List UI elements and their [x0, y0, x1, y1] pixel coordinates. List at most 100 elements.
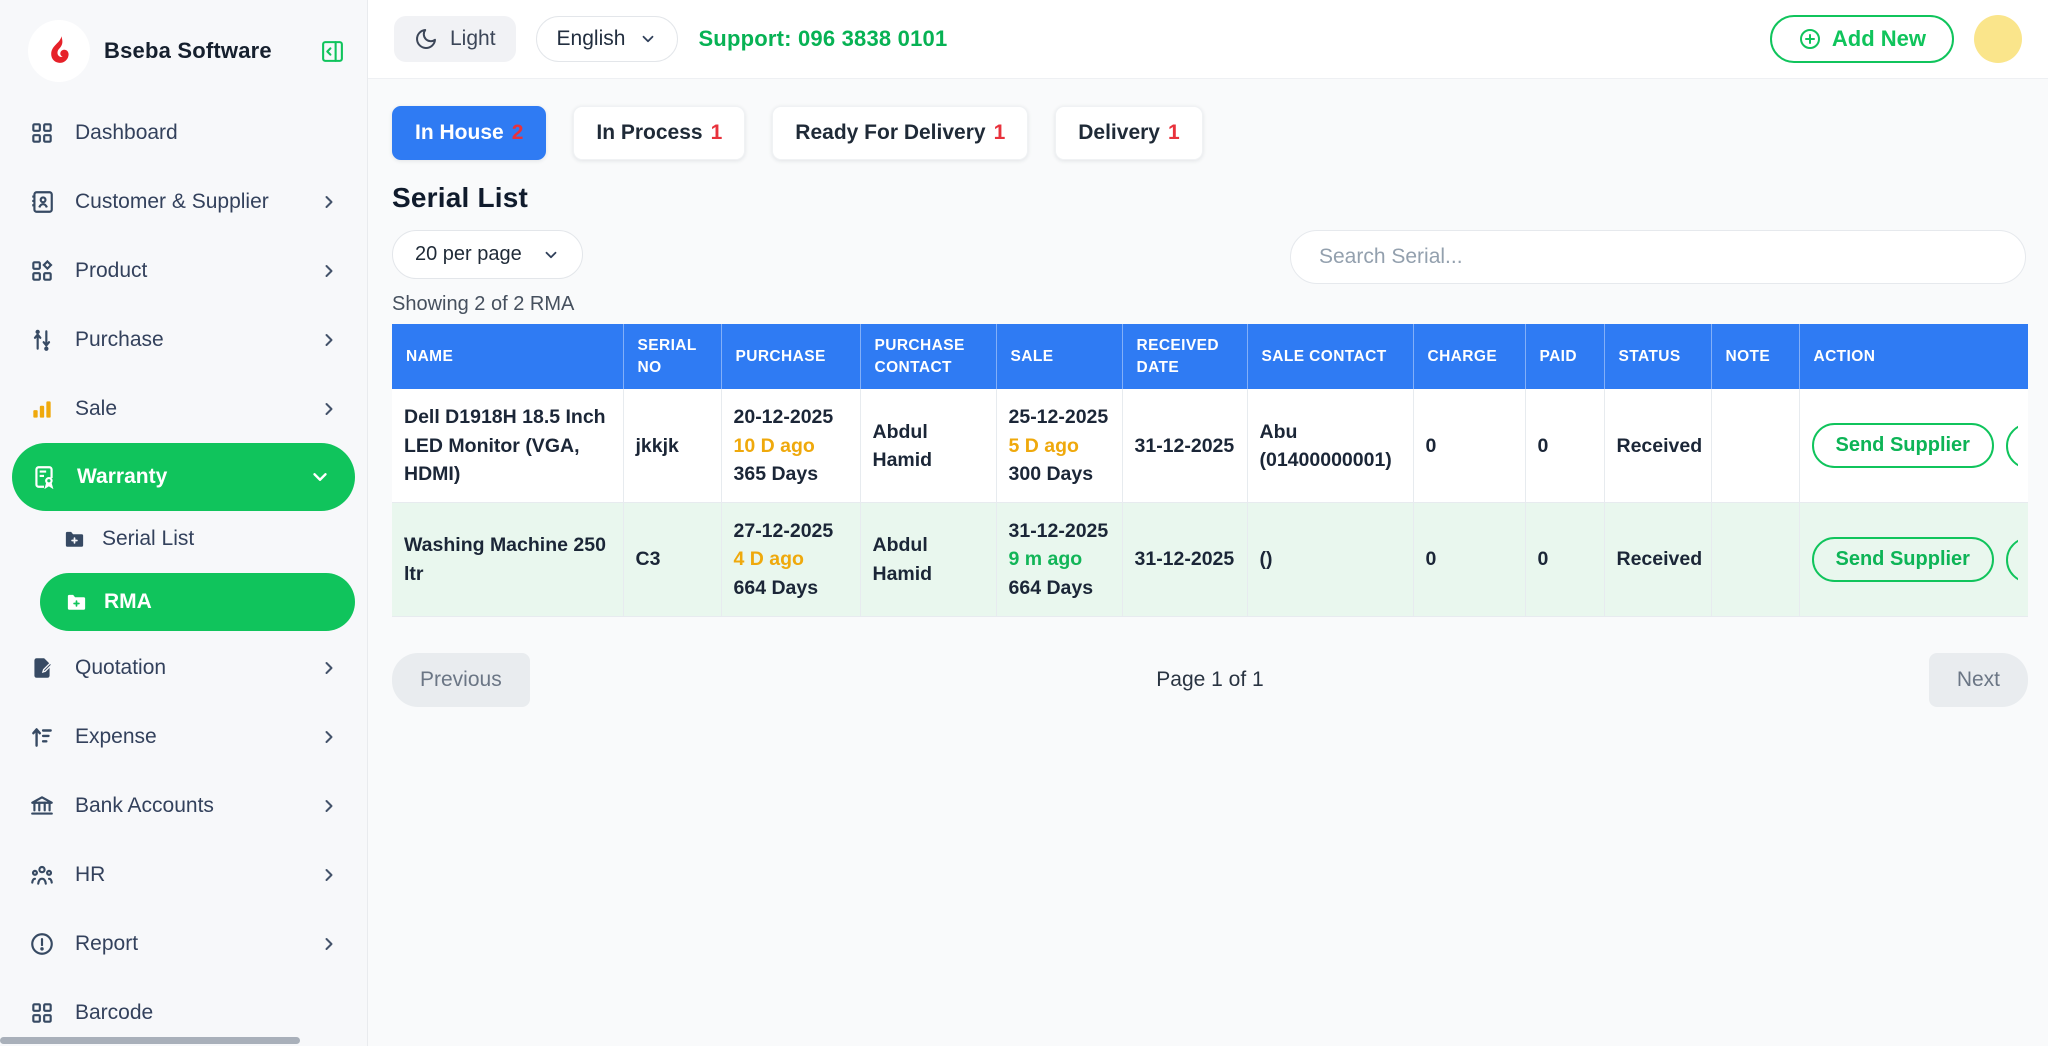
chevron-right-icon [319, 261, 339, 281]
cell-sale: 25-12-2025 5 D ago 300 Days [996, 389, 1122, 502]
main-content: In House 2 In Process 1 Ready For Delive… [368, 79, 2048, 1046]
tab-count-badge: 1 [994, 121, 1006, 145]
sidebar-item-label: Dashboard [75, 121, 339, 145]
cell-sale-contact: () [1247, 503, 1413, 617]
sale-date: 31-12-2025 [1009, 520, 1109, 542]
brand-name: Bseba Software [104, 38, 306, 64]
next-page-button[interactable]: Next [1929, 653, 2028, 707]
tab-label: In House [415, 121, 504, 145]
tab-count-badge: 1 [1168, 121, 1180, 145]
per-page-select[interactable]: 20 per page [392, 230, 583, 279]
column-header: PURCHASE CONTACT [860, 324, 996, 389]
status-tabs: In House 2 In Process 1 Ready For Delive… [392, 106, 2026, 160]
report-icon [28, 930, 55, 957]
chevron-right-icon [319, 727, 339, 747]
purchase-date: 20-12-2025 [734, 403, 848, 431]
tab-count-badge: 2 [512, 121, 524, 145]
table-row: Washing Machine 250 ltr C3 27-12-2025 4 … [392, 503, 2028, 617]
sidebar-item-sale[interactable]: Sale [0, 374, 367, 443]
support-phone: Support: 096 3838 0101 [698, 26, 947, 52]
sidebar: Bseba Software Dashboard Customer & Supp… [0, 0, 368, 1046]
cell-paid: 0 [1525, 503, 1604, 617]
sidebar-item-expense[interactable]: Expense [0, 702, 367, 771]
sidebar-collapse-icon[interactable] [320, 39, 345, 64]
chevron-right-icon [319, 330, 339, 350]
folder-plus-icon [62, 527, 86, 551]
chevron-right-icon [319, 865, 339, 885]
dashboard-icon [28, 119, 55, 146]
sidebar-item-label: Barcode [75, 1001, 339, 1025]
sidebar-item-label: Report [75, 932, 299, 956]
purchase-days: 365 Days [734, 460, 848, 488]
column-header: RECEIVED DATE [1122, 324, 1247, 389]
purchase-icon [28, 326, 55, 353]
sidebar-item-bank-accounts[interactable]: Bank Accounts [0, 771, 367, 840]
table-row: Dell D1918H 18.5 Inch LED Monitor (VGA, … [392, 389, 2028, 502]
cell-serial-no: jkkjk [623, 389, 721, 502]
sidebar-item-customer-supplier[interactable]: Customer & Supplier [0, 167, 367, 236]
cell-received-date: 31-12-2025 [1122, 389, 1247, 502]
tab-delivery[interactable]: Delivery 1 [1055, 106, 1202, 160]
customer-supplier-icon [28, 188, 55, 215]
sidebar-item-serial-list[interactable]: Serial List [0, 511, 367, 567]
sale-days: 664 Days [1009, 574, 1110, 602]
warranty-icon [30, 464, 57, 491]
hr-icon [28, 861, 55, 888]
sidebar-item-label: Serial List [102, 527, 194, 551]
column-header: PAID [1525, 324, 1604, 389]
cell-purchase: 20-12-2025 10 D ago 365 Days [721, 389, 860, 502]
tab-in-process[interactable]: In Process 1 [573, 106, 745, 160]
cell-name: Washing Machine 250 ltr [392, 503, 623, 617]
cell-purchase-contact: Abdul Hamid [860, 503, 996, 617]
tab-in-house[interactable]: In House 2 [392, 106, 546, 160]
chevron-right-icon [319, 796, 339, 816]
send-supplier-button[interactable]: Send Supplier [1812, 537, 1994, 582]
theme-toggle-label: Light [450, 27, 496, 51]
sidebar-item-hr[interactable]: HR [0, 840, 367, 909]
sidebar-item-dashboard[interactable]: Dashboard [0, 98, 367, 167]
sidebar-item-warranty[interactable]: Warranty [12, 443, 355, 511]
showing-count: Showing 2 of 2 RMA [392, 293, 2026, 316]
add-new-label: Add New [1832, 26, 1926, 52]
send-supplier-button[interactable]: Send Supplier [1812, 423, 1994, 468]
sale-ago: 5 D ago [1009, 435, 1079, 457]
tab-label: Delivery [1078, 121, 1160, 145]
sale-ago: 9 m ago [1009, 545, 1110, 573]
secondary-action-button-partial[interactable] [2006, 423, 2018, 469]
rma-table-wrapper: NAME SERIAL NO PURCHASE PURCHASE CONTACT… [392, 324, 2028, 617]
avatar[interactable] [1974, 15, 2022, 63]
barcode-icon [28, 999, 55, 1026]
sale-date: 25-12-2025 [1009, 406, 1109, 428]
sidebar-item-quotation[interactable]: Quotation [0, 633, 367, 702]
sidebar-item-purchase[interactable]: Purchase [0, 305, 367, 374]
chevron-right-icon [319, 399, 339, 419]
add-new-button[interactable]: Add New [1770, 15, 1954, 63]
sidebar-item-label: Sale [75, 397, 299, 421]
tab-ready-for-delivery[interactable]: Ready For Delivery 1 [772, 106, 1028, 160]
sidebar-item-label: Customer & Supplier [75, 190, 299, 214]
language-select[interactable]: English [536, 16, 679, 62]
column-header: NOTE [1711, 324, 1799, 389]
cell-action: Send Supplier [1799, 389, 2028, 502]
sidebar-item-label: Warranty [77, 465, 289, 489]
tab-count-badge: 1 [711, 121, 723, 145]
sidebar-item-barcode[interactable]: Barcode [0, 978, 367, 1046]
flame-logo-icon [41, 33, 77, 69]
column-header: ACTION [1799, 324, 2028, 389]
sidebar-item-product[interactable]: Product [0, 236, 367, 305]
chevron-down-icon [309, 466, 331, 488]
chevron-down-icon [639, 30, 657, 48]
sidebar-item-report[interactable]: Report [0, 909, 367, 978]
previous-page-button[interactable]: Previous [392, 653, 530, 707]
sidebar-item-label: Product [75, 259, 299, 283]
column-header: SALE CONTACT [1247, 324, 1413, 389]
cell-sale-contact: Abu (01400000001) [1247, 389, 1413, 502]
cell-serial-no: C3 [623, 503, 721, 617]
sidebar-item-rma[interactable]: RMA [40, 573, 355, 631]
theme-toggle-button[interactable]: Light [394, 16, 516, 62]
secondary-action-button-partial[interactable] [2006, 537, 2018, 583]
horizontal-scrollbar-thumb[interactable] [0, 1037, 300, 1044]
search-input[interactable] [1290, 230, 2026, 284]
sidebar-item-label: HR [75, 863, 299, 887]
cell-action: Send Supplier [1799, 503, 2028, 617]
